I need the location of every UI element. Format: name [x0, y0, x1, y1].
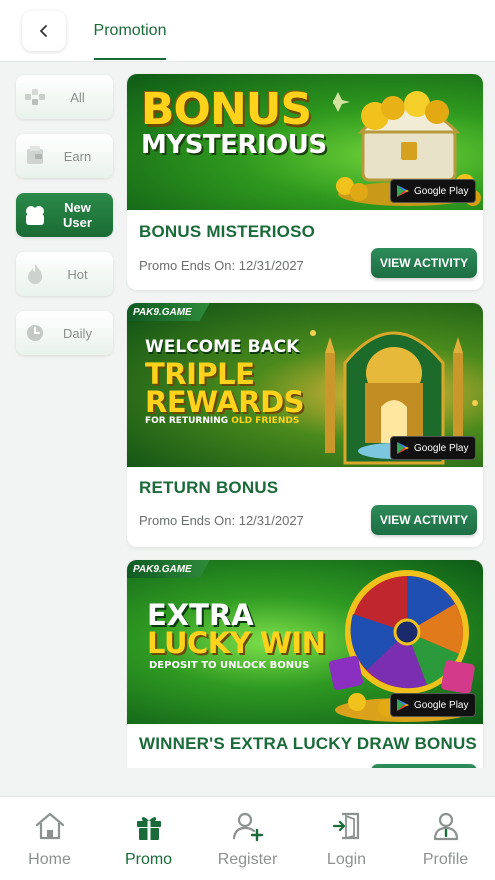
flame-icon	[22, 261, 48, 287]
view-activity-button[interactable]: VIEW ACTIVITY	[371, 248, 477, 278]
promotion-list: BONUS MYSTERIOUS Google Play BONUS MISTE…	[126, 62, 495, 768]
google-play-badge[interactable]: Google Play	[390, 179, 476, 203]
banner-caption-highlight: OLD FRIENDS	[231, 416, 300, 426]
promotion-card[interactable]: BONUS MYSTERIOUS Google Play BONUS MISTE…	[127, 74, 483, 290]
promotion-title: WINNER'S EXTRA LUCKY DRAW BONUS	[139, 734, 477, 753]
banner-caption: DEPOSIT TO UNLOCK BONUS	[149, 660, 310, 671]
brand-tag: PAK9.GAME	[127, 560, 210, 578]
promotion-card[interactable]: PAK9.GAME EXTRA LUCKY WIN DEPOSIT TO UNL…	[127, 560, 483, 768]
promotion-banner[interactable]: PAK9.GAME EXTRA LUCKY WIN DEPOSIT TO UNL…	[127, 560, 483, 724]
nav-login[interactable]: Login	[297, 797, 396, 880]
category-sidebar: All Earn New User Hot Daily	[0, 62, 126, 796]
brand-tag: PAK9.GAME	[127, 303, 210, 321]
back-button[interactable]	[22, 11, 66, 51]
nav-label: Promo	[124, 851, 173, 868]
active-tab-indicator	[94, 58, 166, 60]
grid-cubes-icon	[22, 84, 48, 110]
nav-label: Register	[217, 851, 278, 868]
store-name: Google Play	[414, 442, 469, 454]
category-label: Earn	[63, 148, 92, 164]
google-play-badge[interactable]: Google Play	[390, 693, 476, 717]
clock-icon	[22, 320, 48, 346]
chevron-left-icon	[40, 25, 47, 37]
banner-subheadline: MYSTERIOUS	[141, 130, 327, 160]
banner-caption-text: FOR RETURNING	[145, 416, 232, 426]
nav-profile[interactable]: Profile	[396, 797, 495, 880]
banner-headline-2: REWARDS	[145, 385, 305, 419]
promotion-title: RETURN BONUS	[139, 478, 279, 497]
home-icon	[33, 809, 67, 843]
login-door-icon	[330, 809, 364, 843]
category-all[interactable]: All	[16, 75, 113, 119]
google-play-icon	[397, 699, 409, 711]
nav-label: Home	[28, 851, 71, 868]
category-earn[interactable]: Earn	[16, 134, 113, 178]
google-play-icon	[397, 442, 409, 454]
category-daily[interactable]: Daily	[16, 311, 113, 355]
wallet-icon	[22, 143, 48, 169]
nav-register[interactable]: Register	[198, 797, 297, 880]
promotion-card[interactable]: PAK9.GAME WELCOME BACK TRIPLE REWARDS FO…	[127, 303, 483, 547]
google-play-icon	[397, 185, 409, 197]
nav-home[interactable]: Home	[0, 797, 99, 880]
google-play-badge[interactable]: Google Play	[390, 436, 476, 460]
bottom-navigation: Home Promo Register Login Profile	[0, 796, 495, 880]
promotion-end-date: Promo Ends On: 12/31/2027	[139, 258, 304, 273]
category-label: Hot	[67, 266, 88, 282]
view-activity-button[interactable]	[371, 764, 477, 768]
banner-caption: FOR RETURNING OLD FRIENDS	[145, 416, 299, 426]
promotion-end-date: Promo Ends On: 12/31/2027	[139, 513, 304, 528]
promotion-banner[interactable]: BONUS MYSTERIOUS Google Play	[127, 74, 483, 210]
banner-headline: BONUS	[141, 84, 312, 135]
profile-icon	[429, 809, 463, 843]
view-activity-button[interactable]: VIEW ACTIVITY	[371, 505, 477, 535]
category-hot[interactable]: Hot	[16, 252, 113, 296]
store-name: Google Play	[414, 185, 469, 197]
store-name: Google Play	[414, 699, 469, 711]
category-label: Daily	[63, 325, 92, 341]
category-label: New User	[63, 200, 92, 230]
nav-promo[interactable]: Promo	[99, 797, 198, 880]
gift-user-icon	[22, 202, 48, 228]
category-label: All	[70, 89, 85, 105]
top-header: Promotion	[0, 0, 495, 62]
nav-label: Login	[326, 851, 367, 868]
nav-label: Profile	[422, 851, 469, 868]
user-plus-icon	[231, 809, 265, 843]
promotion-banner[interactable]: PAK9.GAME WELCOME BACK TRIPLE REWARDS FO…	[127, 303, 483, 467]
banner-kicker: WELCOME BACK	[145, 337, 300, 357]
promotion-title: BONUS MISTERIOSO	[139, 222, 316, 241]
category-new-user[interactable]: New User	[16, 193, 113, 237]
banner-headline: LUCKY WIN	[147, 626, 326, 660]
gift-icon	[132, 809, 166, 843]
tab-promotion[interactable]: Promotion	[94, 0, 167, 62]
